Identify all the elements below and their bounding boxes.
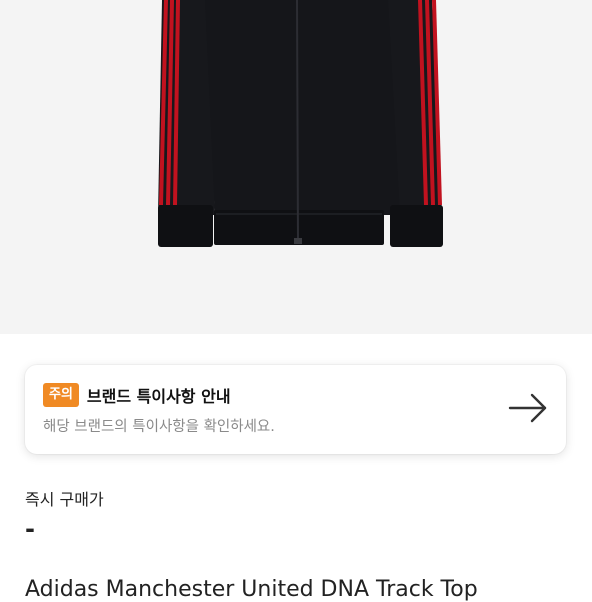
track-jacket-illustration [158,0,443,247]
notice-title: 브랜드 특이사항 안내 [86,387,231,406]
arrow-right-icon[interactable] [508,391,548,425]
notice-description: 해당 브랜드의 특이사항을 확인하세요. [43,419,275,435]
price-label: 즉시 구매가 [25,490,104,509]
notice-header: 주의 브랜드 특이사항 안내 [43,383,231,407]
price-value: - [25,515,35,543]
product-name: Adidas Manchester United DNA Track Top [25,577,478,602]
notice-badge: 주의 [43,383,79,407]
brand-notice-card[interactable]: 주의 브랜드 특이사항 안내 해당 브랜드의 특이사항을 확인하세요. [25,365,566,454]
product-image[interactable] [0,0,592,334]
